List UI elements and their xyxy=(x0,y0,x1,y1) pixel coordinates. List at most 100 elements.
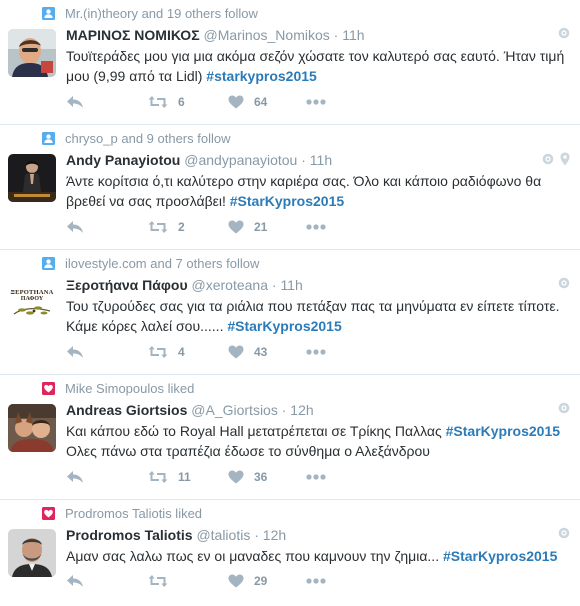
timestamp[interactable]: 11h xyxy=(310,152,332,168)
person-follow-icon xyxy=(42,7,55,20)
like-count: 29 xyxy=(254,574,268,588)
context-text[interactable]: ilovestyle.com and 7 others follow xyxy=(65,256,259,271)
tweet-body: Και κάπου εδώ το Royal Hall μετατρέπεται… xyxy=(66,423,446,439)
separator-dot: · xyxy=(333,27,339,43)
globe-icon xyxy=(558,402,570,414)
username[interactable]: @xeroteana xyxy=(192,277,268,293)
username[interactable]: @andypanayiotou xyxy=(184,152,297,168)
display-name[interactable]: Andy Panayiotou xyxy=(66,152,180,168)
like-count: 43 xyxy=(254,345,268,359)
more-button[interactable] xyxy=(306,345,326,359)
retweet-icon xyxy=(148,470,168,484)
like-button[interactable]: 64 xyxy=(228,95,306,109)
like-button[interactable]: 29 xyxy=(228,574,306,588)
avatar[interactable] xyxy=(8,29,56,77)
tweet-header: Prodromos Taliotis @taliotis · 12h xyxy=(66,526,570,544)
like-button[interactable]: 36 xyxy=(228,470,306,484)
retweet-count: 2 xyxy=(178,220,185,234)
separator-dot: · xyxy=(271,277,277,293)
retweet-button[interactable]: 6 xyxy=(148,95,228,109)
more-dots-icon xyxy=(306,578,326,584)
more-button[interactable] xyxy=(306,574,326,588)
reply-button[interactable] xyxy=(66,95,148,109)
retweet-button[interactable]: 2 xyxy=(148,220,228,234)
more-button[interactable] xyxy=(306,220,326,234)
retweet-icon xyxy=(148,95,168,109)
retweet-count: 6 xyxy=(178,95,185,109)
timestamp[interactable]: 12h xyxy=(263,527,286,543)
context-text[interactable]: Mike Simopoulos liked xyxy=(65,381,194,396)
timestamp[interactable]: 11h xyxy=(280,277,302,293)
hashtag-link[interactable]: #StarKypros2015 xyxy=(446,423,560,439)
tweet-actions: 11 36 xyxy=(66,470,326,484)
location-pin-icon[interactable] xyxy=(560,152,570,166)
retweet-button[interactable] xyxy=(148,574,228,588)
tweet-4[interactable]: Mike Simopoulos liked Andreas Giortsios … xyxy=(0,375,580,500)
tweet-header: Ξεροτήανα Πάφου @xeroteana · 11h xyxy=(66,276,570,294)
tweet-meta-icons xyxy=(552,277,570,289)
more-button[interactable] xyxy=(306,95,326,109)
tweet-text: Τουϊτεράδες μου για μια ακόμα σεζόν χώσα… xyxy=(66,46,574,86)
globe-icon xyxy=(558,27,570,39)
hashtag-link[interactable]: #StarKypros2015 xyxy=(443,548,557,564)
avatar[interactable] xyxy=(8,154,56,202)
tweet-header: ΜΑΡΙΝΟΣ ΝΟΜΙΚΟΣ @Marinos_Nomikos · 11h xyxy=(66,26,570,44)
more-dots-icon xyxy=(306,349,326,355)
reply-button[interactable] xyxy=(66,345,148,359)
tweet-text: Και κάπου εδώ το Royal Hall μετατρέπεται… xyxy=(66,421,574,461)
timestamp[interactable]: 12h xyxy=(290,402,313,418)
username[interactable]: @A_Giortsios xyxy=(191,402,278,418)
tweet-3[interactable]: ilovestyle.com and 7 others follow ΞΕΡΟΤ… xyxy=(0,250,580,375)
avatar[interactable] xyxy=(8,529,56,577)
tweet-meta-icons xyxy=(552,27,570,39)
reply-button[interactable] xyxy=(66,574,148,588)
display-name[interactable]: Andreas Giortsios xyxy=(66,402,187,418)
context-text[interactable]: Mr.(in)theory and 19 others follow xyxy=(65,6,258,21)
separator-dot: · xyxy=(301,152,306,168)
tweet-actions: 6 64 xyxy=(66,95,326,109)
separator-dot: · xyxy=(254,527,259,543)
hashtag-link[interactable]: #StarKypros2015 xyxy=(230,193,344,209)
username[interactable]: @taliotis xyxy=(196,527,250,543)
heart-filled-icon xyxy=(42,507,55,520)
hashtag-link[interactable]: #StarKypros2015 xyxy=(227,318,341,334)
separator-dot: · xyxy=(281,402,287,418)
like-button[interactable]: 43 xyxy=(228,345,306,359)
more-dots-icon xyxy=(306,474,326,480)
heart-icon xyxy=(228,220,244,234)
like-button[interactable]: 21 xyxy=(228,220,306,234)
hashtag-link[interactable]: #starkypros2015 xyxy=(206,68,317,84)
reply-icon xyxy=(66,470,84,484)
display-name[interactable]: ΜΑΡΙΝΟΣ ΝΟΜΙΚΟΣ xyxy=(66,27,200,43)
username[interactable]: @Marinos_Nomikos xyxy=(204,27,330,43)
tweet-2[interactable]: chryso_p and 9 others follow Andy Panayi… xyxy=(0,125,580,250)
display-name[interactable]: Ξεροτήανα Πάφου xyxy=(66,277,188,293)
like-count: 64 xyxy=(254,95,268,109)
display-name[interactable]: Prodromos Taliotis xyxy=(66,527,193,543)
more-dots-icon xyxy=(306,99,326,105)
tweet-5[interactable]: Prodromos Taliotis liked Prodromos Talio… xyxy=(0,500,580,606)
context-text[interactable]: Prodromos Taliotis liked xyxy=(65,506,202,521)
tweet-1[interactable]: Mr.(in)theory and 19 others follow ΜΑΡΙΝ… xyxy=(0,0,580,125)
more-button[interactable] xyxy=(306,470,326,484)
olive-branch-icon xyxy=(13,305,51,315)
reply-icon xyxy=(66,220,84,234)
tweet-actions: 2 21 xyxy=(66,220,326,234)
avatar[interactable]: ΞΕΡΟΤΗΑΝΑ ΠΑΦΟΥ xyxy=(8,279,56,327)
context-text[interactable]: chryso_p and 9 others follow xyxy=(65,131,230,146)
timestamp[interactable]: 11h xyxy=(342,27,364,43)
heart-icon xyxy=(228,574,244,588)
tweet-header: Andy Panayiotou @andypanayiotou · 11h xyxy=(66,151,570,169)
avatar[interactable] xyxy=(8,404,56,452)
retweet-button[interactable]: 4 xyxy=(148,345,228,359)
heart-icon xyxy=(228,470,244,484)
social-context: chryso_p and 9 others follow xyxy=(42,131,230,146)
reply-button[interactable] xyxy=(66,220,148,234)
globe-icon xyxy=(558,277,570,289)
person-follow-icon xyxy=(42,257,55,270)
reply-button[interactable] xyxy=(66,470,148,484)
heart-icon xyxy=(228,95,244,109)
retweet-button[interactable]: 11 xyxy=(148,470,228,484)
more-dots-icon xyxy=(306,224,326,230)
retweet-count: 11 xyxy=(178,470,191,484)
